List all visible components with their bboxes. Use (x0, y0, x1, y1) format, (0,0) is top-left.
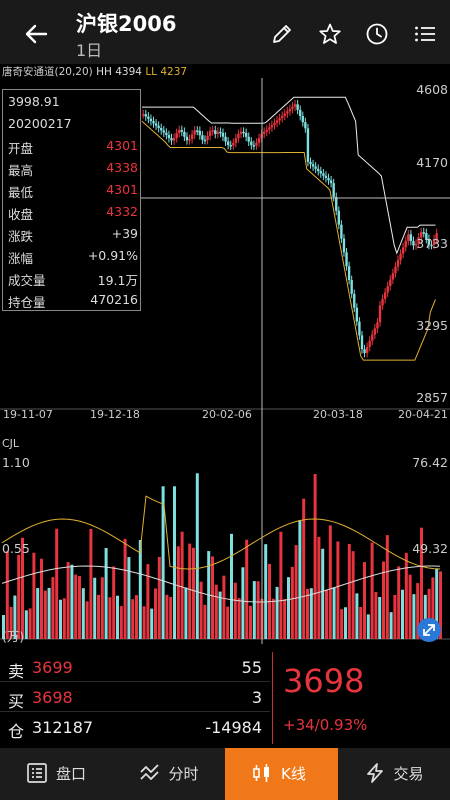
buy-row[interactable]: 买 3698 3 (0, 682, 270, 712)
ohlc-label: 最高 (8, 163, 34, 178)
volume-unit: (万) (2, 629, 25, 644)
ohlc-row: 开盘 4301 (8, 138, 138, 160)
ohlc-value: +0.91% (87, 248, 138, 263)
page-title: 沪银2006 (76, 12, 177, 36)
expand-icon[interactable] (416, 617, 442, 643)
ohlc-value: 19.1万 (97, 273, 138, 288)
tab-label: 分时 (168, 765, 199, 783)
ohlc-row: 最高 4338 (8, 160, 138, 182)
ohlc-value: 4301 (106, 182, 138, 197)
ohlc-value: 4338 (106, 160, 138, 175)
open-interest-row: 仓 312187 -14984 (0, 712, 270, 742)
buy-price: 3698 (32, 688, 73, 707)
tab-label: 盘口 (56, 765, 87, 783)
sell-label: 卖 (8, 662, 25, 681)
tab-time-share[interactable]: 分时 (113, 748, 226, 800)
ohlc-value: +39 (111, 226, 138, 241)
ohlc-row: 持仓量 470216 (8, 292, 138, 314)
oi-value: 312187 (32, 718, 94, 737)
ohlc-label: 最低 (8, 185, 34, 200)
menu-list-icon[interactable] (413, 22, 437, 46)
candle-icon (253, 764, 269, 782)
buy-qty: 3 (251, 688, 262, 707)
last-price: 3698 (283, 662, 365, 700)
sell-row[interactable]: 卖 3699 55 (0, 652, 270, 682)
back-arrow-icon[interactable] (22, 20, 50, 48)
pencil-icon[interactable] (270, 22, 294, 46)
wave-icon (139, 764, 159, 780)
ohlc-info-panel: 3998.91 20200217 开盘 4301 最高 4338 最低 4301 收盘 433… (2, 89, 141, 311)
tab-order-book[interactable]: 盘口 (0, 748, 113, 800)
ohlc-label: 涨跌 (8, 229, 34, 244)
kline-chart-area[interactable]: 唐奇安通道(20,20) HH 4394 LL 4237 4608 4170 3… (0, 64, 450, 644)
crosshair-price: 3998.91 (8, 94, 60, 109)
crosshair-date: 20200217 (8, 116, 72, 131)
ohlc-row: 涨幅 +0.91% (8, 248, 138, 270)
lightning-icon (366, 763, 383, 783)
price-change: +34/0.93% (283, 716, 368, 734)
ohlc-row: 成交量 19.1万 (8, 270, 138, 292)
sell-qty: 55 (241, 658, 262, 677)
volume-indicator-label: CJL (2, 437, 20, 450)
ohlc-value: 470216 (90, 292, 138, 307)
date-axis-label: 19-12-18 (90, 408, 140, 421)
date-axis-label: 19-11-07 (3, 408, 53, 421)
volume-axis-mid: 0.55 (2, 541, 30, 556)
price-axis-label: 4170 (416, 155, 448, 170)
buy-label: 买 (8, 692, 25, 711)
sell-price: 3699 (32, 658, 73, 677)
tab-trade[interactable]: 交易 (338, 748, 450, 800)
date-axis-label: 20-02-06 (202, 408, 252, 421)
grid-icon (27, 763, 47, 783)
star-icon[interactable] (318, 22, 342, 46)
app-header: 沪银2006 1日 (0, 0, 450, 64)
ohlc-label: 成交量 (8, 273, 46, 288)
ohlc-value: 4332 (106, 204, 138, 219)
price-axis-label: 3733 (416, 236, 448, 251)
clock-icon[interactable] (365, 22, 389, 46)
price-axis-label: 4608 (416, 82, 448, 97)
oi-axis-top: 76.42 (412, 455, 448, 470)
bottom-nav: 盘口 分时 K线 交易 (0, 748, 450, 800)
tab-label: K线 (281, 765, 306, 783)
ohlc-row: 收盘 4332 (8, 204, 138, 226)
tab-label: 交易 (393, 765, 424, 783)
tab-kline[interactable]: K线 (225, 748, 338, 800)
oi-label: 仓 (8, 722, 25, 741)
date-axis-label: 20-03-18 (313, 408, 363, 421)
date-axis-label: 20-04-21 (398, 408, 448, 421)
ohlc-label: 持仓量 (8, 295, 46, 310)
price-axis-label: 2857 (416, 390, 448, 405)
volume-axis-top: 1.10 (2, 455, 30, 470)
ohlc-label: 涨幅 (8, 251, 34, 266)
last-price-box: 3698 +34/0.93% (272, 652, 450, 744)
ohlc-label: 开盘 (8, 141, 34, 156)
ohlc-label: 收盘 (8, 207, 34, 222)
quote-panel: 卖 3699 55 买 3698 3 仓 312187 -14984 3698 … (0, 652, 450, 744)
ohlc-value: 4301 (106, 138, 138, 153)
ohlc-row: 最低 4301 (8, 182, 138, 204)
ohlc-row: 涨跌 +39 (8, 226, 138, 248)
price-axis-label: 3295 (416, 318, 448, 333)
period-label: 1日 (76, 41, 103, 60)
oi-change: -14984 (205, 718, 262, 737)
oi-axis-mid: 49.32 (412, 541, 448, 556)
